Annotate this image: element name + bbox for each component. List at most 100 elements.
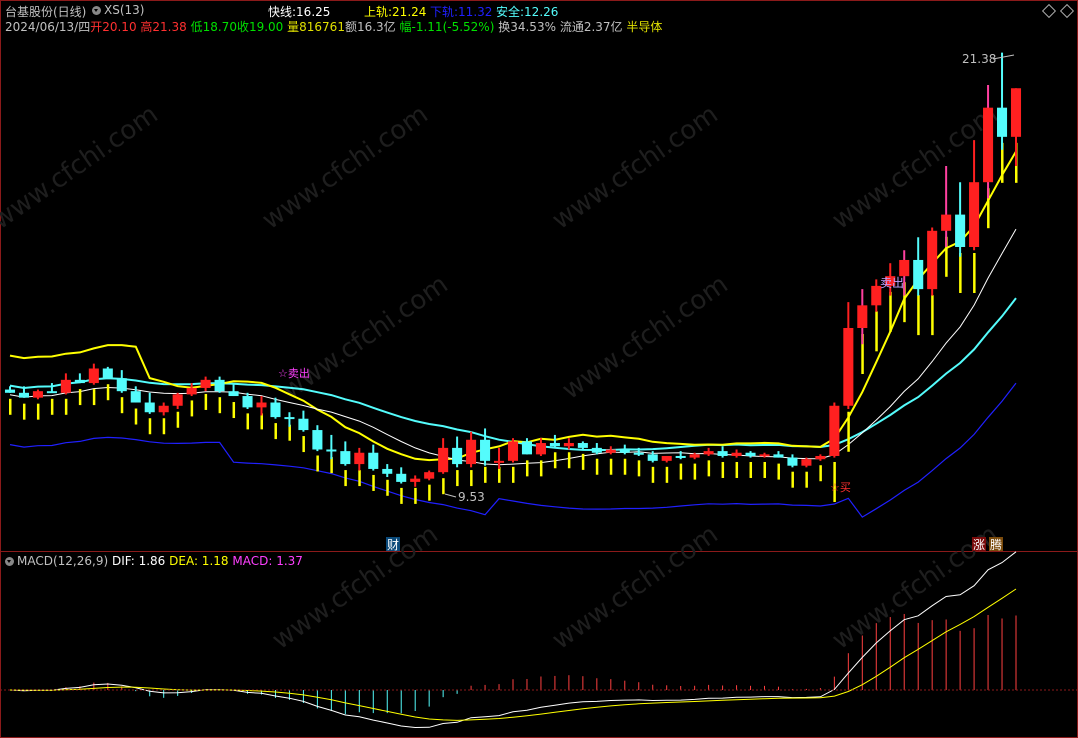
signal-bar bbox=[707, 460, 711, 477]
candle bbox=[74, 373, 85, 384]
candle bbox=[228, 383, 239, 397]
candle-body bbox=[619, 449, 630, 453]
candle-body bbox=[46, 391, 57, 394]
candle-body bbox=[941, 214, 952, 231]
candle-body bbox=[955, 214, 966, 247]
candle bbox=[256, 396, 267, 416]
signal-bar bbox=[204, 393, 208, 410]
watermark-text: www.cfchi.com bbox=[277, 269, 454, 405]
candle bbox=[102, 366, 113, 379]
signal-bar bbox=[763, 461, 766, 478]
watermark-text: www.cfchi.com bbox=[267, 519, 444, 655]
candle-body bbox=[256, 402, 267, 408]
signal-bar bbox=[539, 460, 543, 477]
candle-body bbox=[507, 441, 519, 461]
signal-bar bbox=[875, 311, 878, 352]
candle-body bbox=[913, 259, 924, 290]
candle bbox=[452, 436, 463, 468]
candle bbox=[88, 363, 99, 385]
candle bbox=[438, 438, 449, 474]
candle-body bbox=[857, 305, 868, 328]
candle-body bbox=[270, 402, 281, 418]
signal-bar bbox=[162, 418, 166, 435]
signal-bar bbox=[553, 452, 557, 469]
candle bbox=[270, 397, 281, 419]
candle-body bbox=[605, 449, 616, 453]
candle bbox=[116, 370, 127, 393]
candle bbox=[493, 447, 505, 469]
signal-bar bbox=[428, 484, 431, 501]
candle-body bbox=[647, 454, 658, 461]
sell-signal-small: ☆卖出 bbox=[278, 366, 310, 380]
signal-bar bbox=[330, 457, 333, 474]
candle bbox=[605, 446, 616, 455]
signal-bar bbox=[525, 460, 529, 477]
candle bbox=[787, 454, 798, 468]
signal-bar bbox=[414, 487, 417, 504]
candle-body bbox=[480, 439, 491, 461]
candle-body bbox=[326, 449, 337, 452]
candle-body bbox=[689, 454, 700, 458]
candle-body bbox=[74, 379, 85, 384]
candle bbox=[577, 441, 588, 450]
low-price-pointer bbox=[444, 493, 457, 498]
signal-bar bbox=[260, 413, 263, 430]
candle bbox=[340, 441, 351, 466]
candle-body bbox=[228, 391, 239, 397]
candle bbox=[717, 446, 728, 458]
candle-body bbox=[340, 451, 351, 465]
candle bbox=[158, 402, 169, 416]
candle-body bbox=[577, 443, 588, 448]
candle bbox=[312, 425, 323, 452]
low-price-label: 9.53 bbox=[458, 490, 485, 504]
candle-body bbox=[745, 452, 756, 456]
signal-bar bbox=[973, 253, 976, 293]
signal-bar bbox=[78, 389, 82, 406]
signal-bar bbox=[847, 411, 850, 452]
signal-bar bbox=[22, 403, 26, 420]
watermark-text: www.cfchi.com bbox=[257, 99, 434, 235]
signal-bar bbox=[498, 466, 501, 483]
watermark-text: www.cfchi.com bbox=[547, 519, 724, 655]
signal-bar bbox=[651, 466, 655, 483]
candle-body bbox=[1010, 88, 1022, 137]
signal-bar bbox=[274, 423, 277, 440]
candle bbox=[298, 410, 309, 432]
candle bbox=[200, 376, 211, 392]
candle-body bbox=[801, 459, 812, 466]
signal-bar bbox=[567, 452, 571, 469]
candle bbox=[410, 475, 421, 487]
signal-bar bbox=[721, 461, 725, 478]
signal-bar bbox=[400, 487, 403, 504]
signal-bar bbox=[805, 471, 808, 488]
candle-body bbox=[410, 478, 421, 482]
signal-bar bbox=[246, 413, 250, 430]
candle bbox=[424, 470, 435, 481]
kline-chart[interactable]: www.cfchi.com www.cfchi.com www.cfchi.com w… bbox=[0, 0, 1078, 738]
candle-body bbox=[144, 402, 155, 413]
candle-body bbox=[983, 107, 994, 183]
signal-bar bbox=[344, 470, 347, 487]
candle-body bbox=[996, 107, 1008, 137]
candle-body bbox=[438, 447, 449, 473]
signal-bar bbox=[889, 291, 892, 332]
signal-bar bbox=[456, 470, 459, 487]
candle-body bbox=[32, 391, 43, 398]
candle-body bbox=[843, 328, 854, 406]
signal-bar bbox=[777, 463, 780, 480]
candle-body bbox=[899, 259, 910, 277]
signal-bar bbox=[595, 458, 599, 475]
candle bbox=[382, 464, 393, 478]
signal-bar bbox=[581, 453, 585, 470]
candle-body bbox=[452, 447, 463, 465]
signal-bar bbox=[931, 295, 934, 336]
signal-bar bbox=[190, 400, 194, 417]
signal-bar bbox=[512, 466, 515, 483]
signal-bar bbox=[120, 397, 124, 414]
candle bbox=[731, 449, 742, 458]
candle-body bbox=[759, 454, 770, 457]
candle-body bbox=[661, 455, 672, 461]
candle-body bbox=[703, 451, 714, 455]
candle bbox=[46, 383, 57, 394]
signal-bar bbox=[358, 470, 361, 487]
